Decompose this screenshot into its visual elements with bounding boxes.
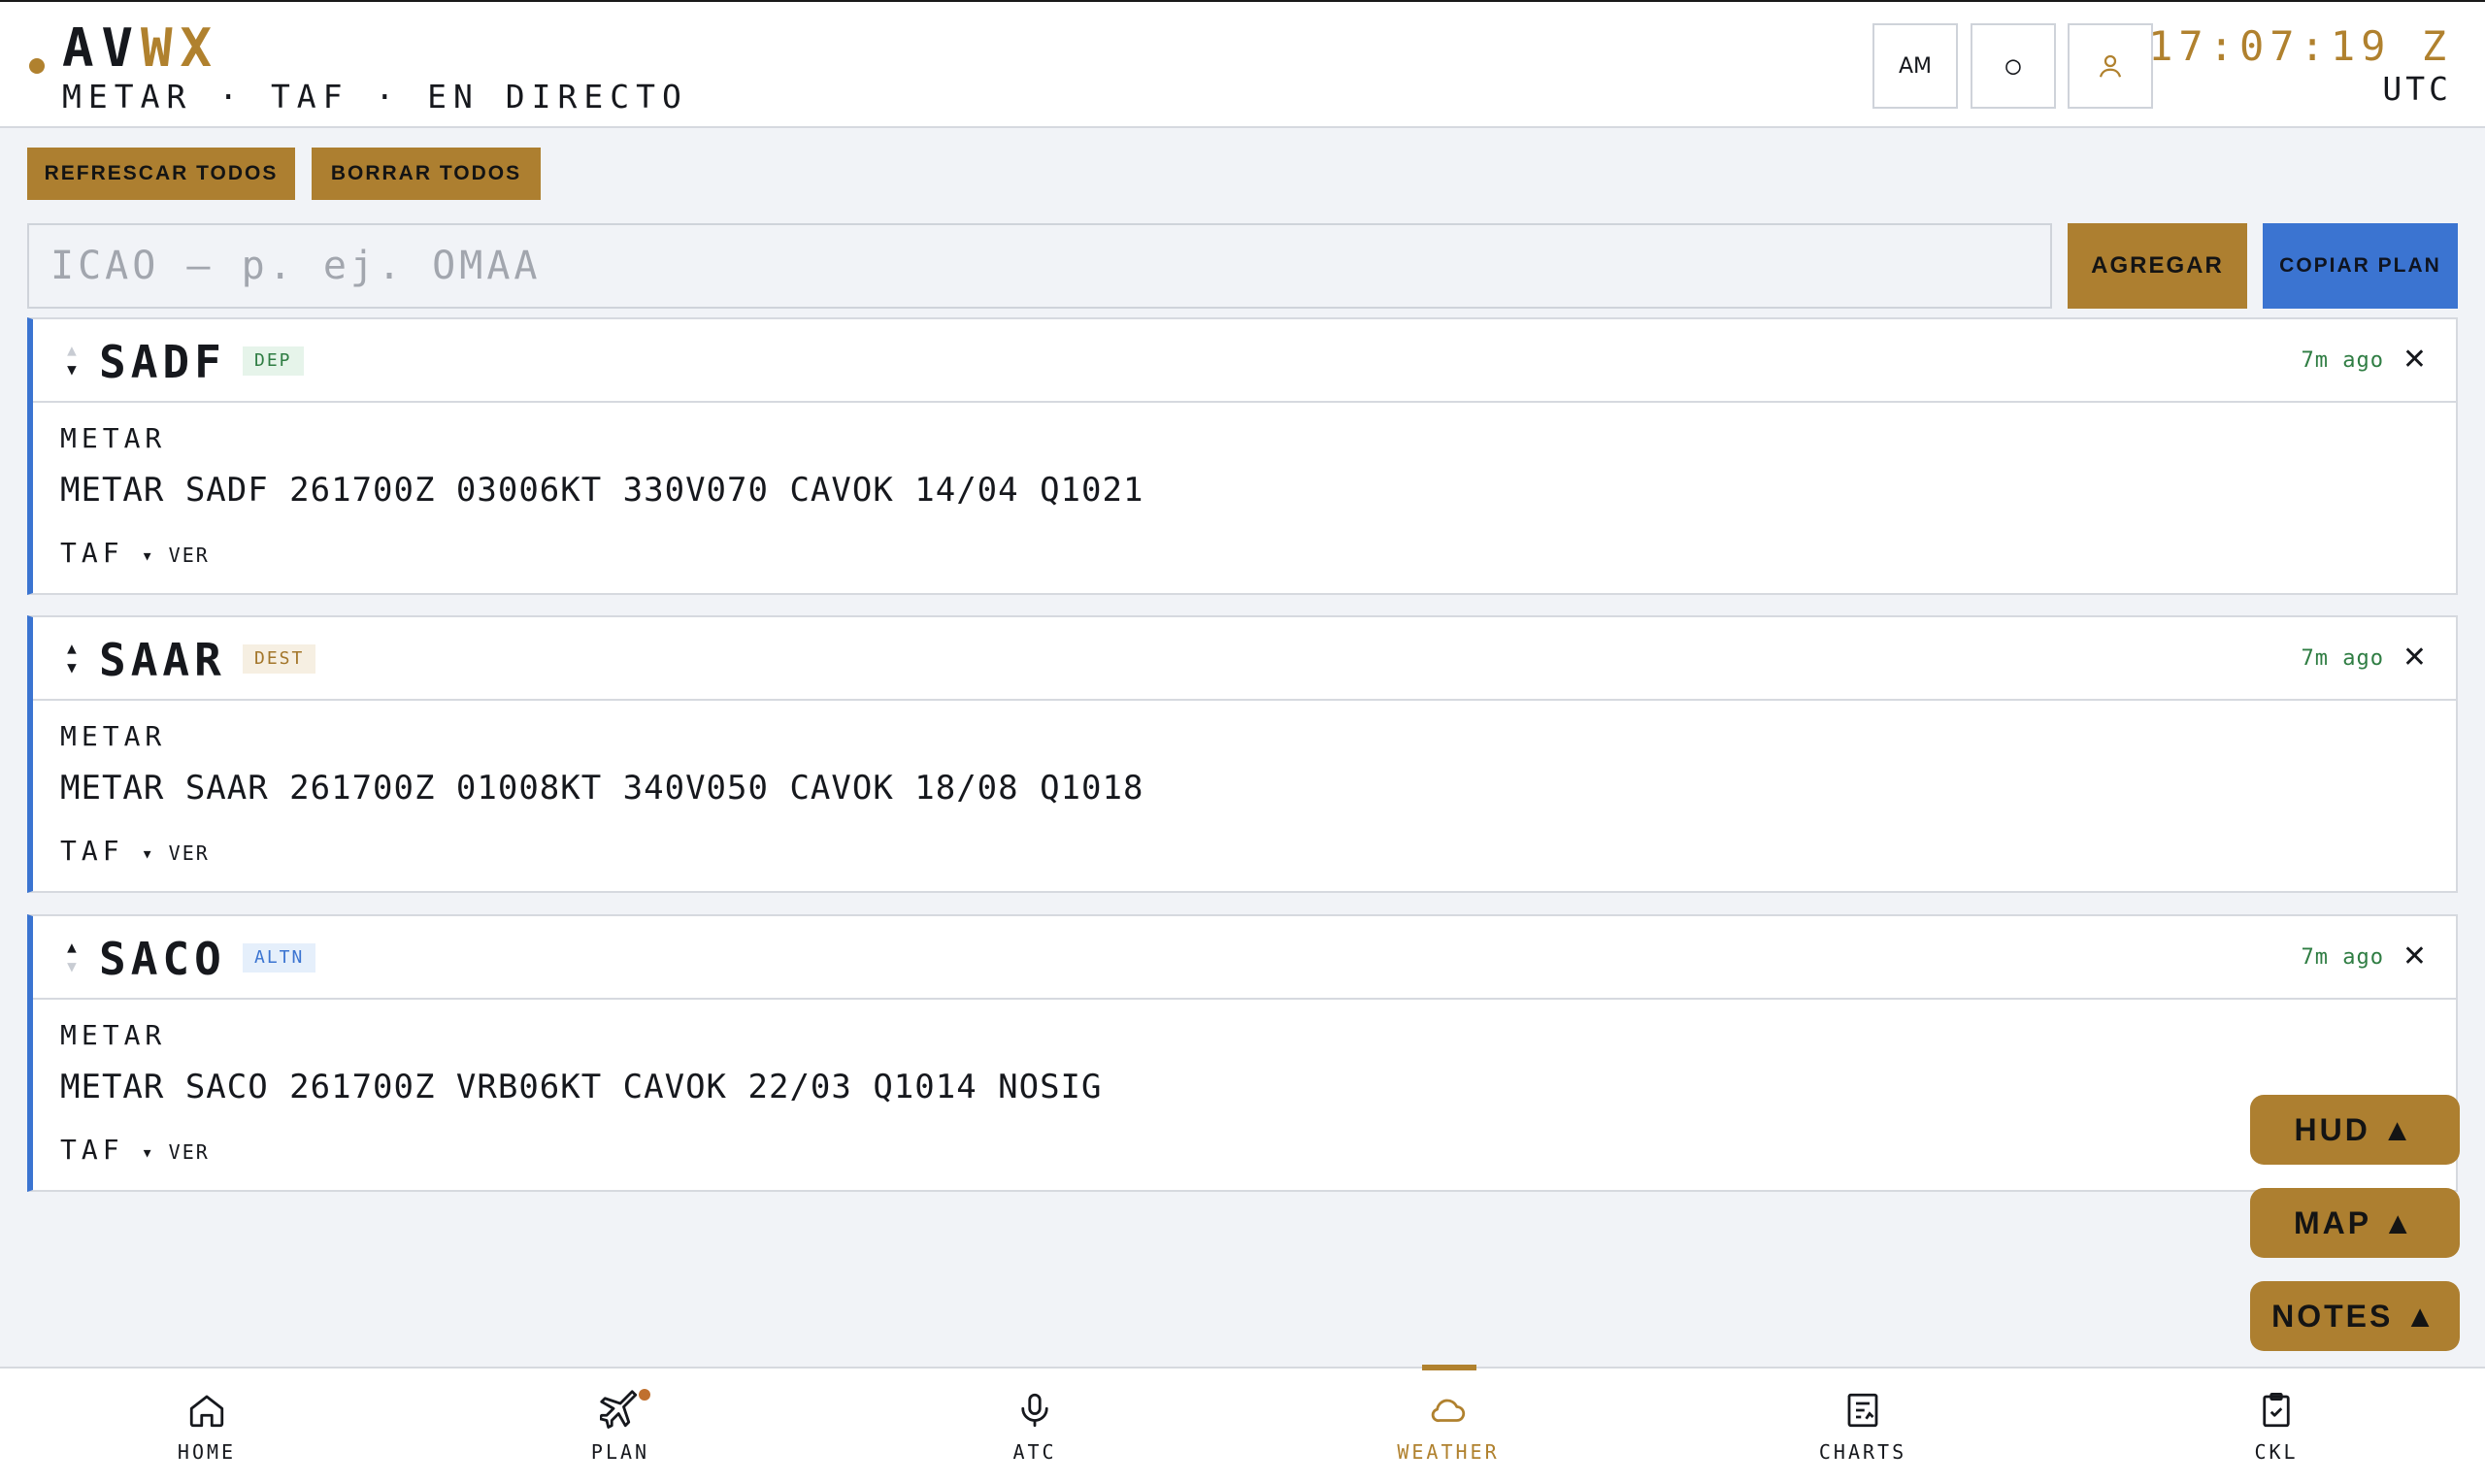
station-card-saar: ▲ ▼ SAAR DEST 7m ago ✕ METAR METAR SAAR … [27, 615, 2458, 893]
clear-all-button[interactable]: BORRAR TODOS [312, 148, 541, 200]
utc-label: UTC [2382, 70, 2452, 108]
nav-home-label: HOME [177, 1440, 237, 1464]
updated-ago: 7m ago [2301, 348, 2384, 373]
nav-plan-label: PLAN [590, 1440, 650, 1464]
plan-notification-dot [639, 1389, 650, 1401]
metar-label: METAR [60, 422, 167, 454]
reorder-handle[interactable]: ▲ ▼ [62, 341, 82, 379]
nav-charts-label: CHARTS [1818, 1440, 1907, 1464]
charts-icon [1847, 1393, 1878, 1428]
map-toggle-button[interactable]: MAP ▲ [2250, 1188, 2460, 1258]
add-button[interactable]: AGREGAR [2068, 223, 2247, 309]
taf-row: TAF ▾ VER [60, 1134, 210, 1166]
cloud-icon [1431, 1399, 1466, 1423]
taf-toggle[interactable]: ▾ VER [142, 1140, 210, 1164]
hud-toggle-button[interactable]: HUD ▲ [2250, 1095, 2460, 1165]
reorder-handle[interactable]: ▲ ▼ [62, 639, 82, 677]
theme-icon: ○ [2005, 51, 2021, 81]
role-badge: DEP [243, 346, 304, 376]
app-subtitle: METAR · TAF · EN DIRECTO [62, 78, 688, 115]
move-up-icon[interactable]: ▲ [62, 938, 82, 957]
station-icao: SACO [99, 933, 226, 985]
notes-toggle-button[interactable]: NOTES ▲ [2250, 1281, 2460, 1351]
metar-label: METAR [60, 720, 167, 752]
user-icon [2099, 54, 2122, 78]
role-badge: ALTN [243, 943, 316, 973]
nav-atc[interactable]: ATC [938, 1390, 1132, 1464]
station-card-header: ▲ ▼ SACO ALTN 7m ago ✕ [33, 916, 2456, 1000]
theme-toggle-button[interactable]: ○ [1971, 23, 2056, 109]
move-up-icon[interactable]: ▲ [62, 639, 82, 658]
checklist-icon [2263, 1392, 2290, 1428]
nav-plan[interactable]: PLAN [523, 1390, 717, 1464]
move-up-icon[interactable]: ▲ [62, 341, 82, 360]
font-size-icon: AM [1898, 53, 1933, 79]
microphone-icon [1021, 1393, 1048, 1428]
taf-toggle[interactable]: ▾ VER [142, 544, 210, 567]
plane-icon [598, 1390, 638, 1429]
updated-ago: 7m ago [2301, 646, 2384, 671]
taf-row: TAF ▾ VER [60, 537, 210, 569]
profile-button[interactable] [2068, 23, 2153, 109]
nav-ckl[interactable]: CKL [2179, 1390, 2373, 1464]
nav-charts[interactable]: CHARTS [1766, 1390, 1960, 1464]
icao-input[interactable] [27, 223, 2052, 309]
taf-label: TAF [60, 537, 124, 569]
updated-ago: 7m ago [2301, 945, 2384, 970]
move-down-icon[interactable]: ▼ [62, 957, 82, 976]
taf-label: TAF [60, 1134, 124, 1166]
bottom-nav: HOME PLAN ATC WEATHER CHARTS CKL [0, 1367, 2485, 1484]
move-down-icon[interactable]: ▼ [62, 658, 82, 677]
move-down-icon[interactable]: ▼ [62, 360, 82, 379]
remove-station-button[interactable]: ✕ [2402, 639, 2427, 677]
nav-weather-label: WEATHER [1397, 1440, 1500, 1464]
station-card-saco: ▲ ▼ SACO ALTN 7m ago ✕ METAR METAR SACO … [27, 914, 2458, 1192]
status-dot [29, 58, 45, 74]
metar-text: METAR SAAR 261700Z 01008KT 340V050 CAVOK… [60, 769, 1144, 808]
nav-active-indicator [1422, 1365, 1476, 1370]
reorder-handle[interactable]: ▲ ▼ [62, 938, 82, 976]
station-icao: SAAR [99, 634, 226, 686]
app-logo: AVWX [62, 19, 219, 78]
logo-wx: WX [141, 17, 220, 79]
station-card-header: ▲ ▼ SADF DEP 7m ago ✕ [33, 319, 2456, 403]
logo-av: AV [62, 17, 142, 79]
nav-ckl-label: CKL [2254, 1440, 2299, 1464]
copy-plan-button[interactable]: COPIAR PLAN [2263, 223, 2458, 309]
font-size-button[interactable]: AM [1872, 23, 1958, 109]
taf-label: TAF [60, 835, 124, 867]
taf-toggle[interactable]: ▾ VER [142, 841, 210, 865]
metar-text: METAR SACO 261700Z VRB06KT CAVOK 22/03 Q… [60, 1068, 1103, 1106]
nav-atc-label: ATC [1012, 1440, 1057, 1464]
utc-clock: 17:07:19 Z [2148, 22, 2452, 70]
nav-weather[interactable]: WEATHER [1351, 1390, 1545, 1464]
metar-label: METAR [60, 1019, 167, 1051]
nav-home[interactable]: HOME [110, 1390, 304, 1464]
station-card-header: ▲ ▼ SAAR DEST 7m ago ✕ [33, 617, 2456, 701]
remove-station-button[interactable]: ✕ [2402, 938, 2427, 976]
taf-row: TAF ▾ VER [60, 835, 210, 867]
station-card-sadf: ▲ ▼ SADF DEP 7m ago ✕ METAR METAR SADF 2… [27, 317, 2458, 595]
metar-text: METAR SADF 261700Z 03006KT 330V070 CAVOK… [60, 471, 1144, 510]
remove-station-button[interactable]: ✕ [2402, 341, 2427, 379]
home-icon [189, 1395, 224, 1428]
role-badge: DEST [243, 644, 316, 674]
refresh-all-button[interactable]: REFRESCAR TODOS [27, 148, 295, 200]
app-header: AVWX METAR · TAF · EN DIRECTO AM ○ 17:07… [0, 0, 2485, 128]
station-icao: SADF [99, 336, 226, 388]
